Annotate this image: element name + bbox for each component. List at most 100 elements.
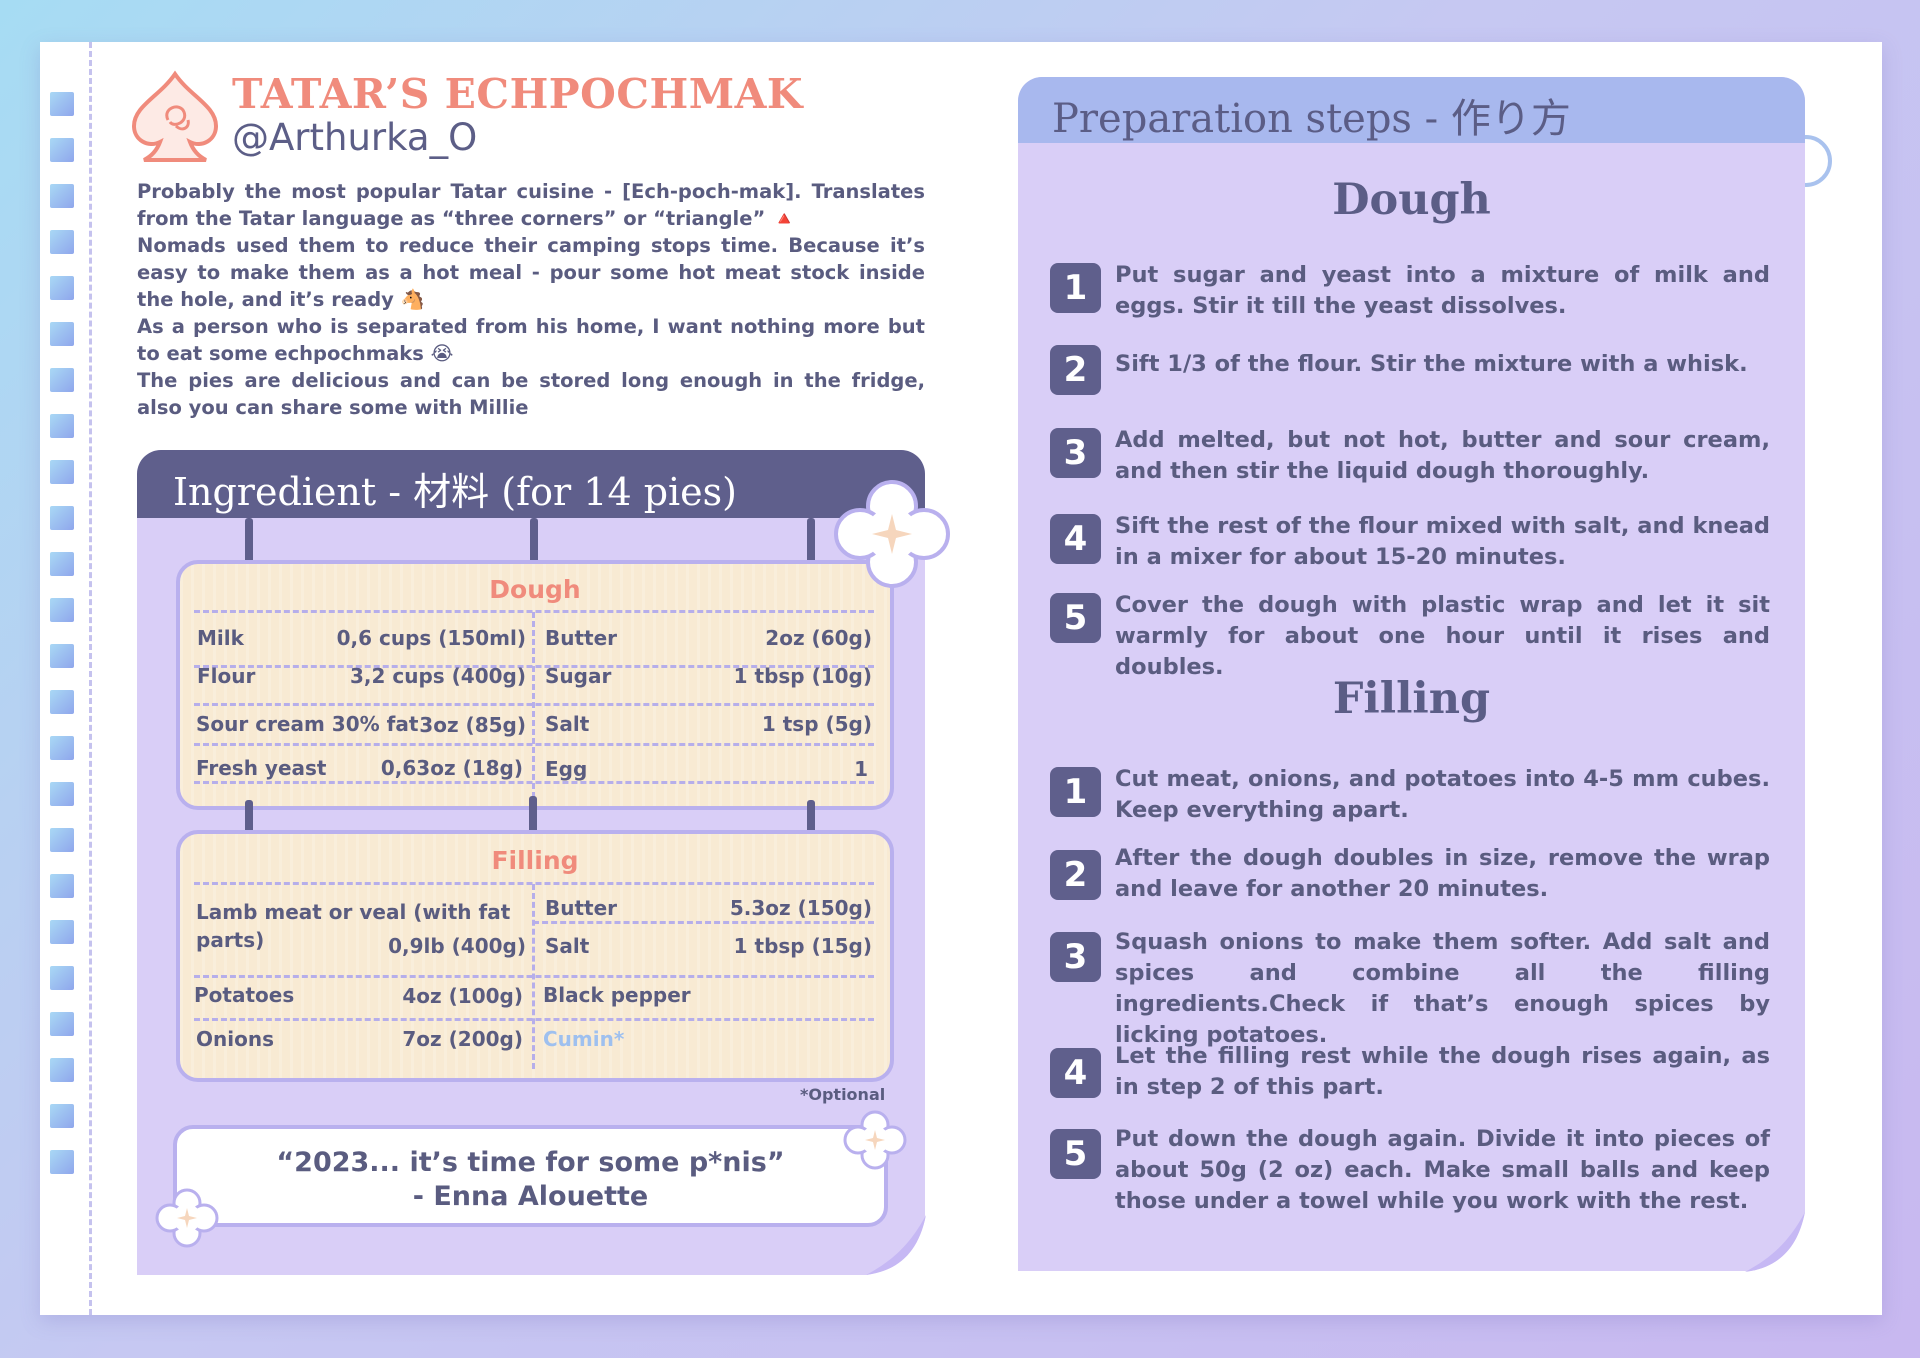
page-title: TATAR’S ECHPOCHMAK — [232, 70, 804, 118]
divider — [532, 612, 535, 798]
binding-hole — [50, 368, 74, 392]
step-number: 1 — [1050, 767, 1101, 817]
binding-hole — [50, 1058, 74, 1082]
ingredient-name: Butter — [545, 626, 618, 650]
ingredient-quantity: 7oz (200g) — [402, 1027, 523, 1051]
binding-hole — [50, 1104, 74, 1128]
dough-step: 1 Put sugar and yeast into a mixture of … — [1050, 260, 1770, 330]
flower-icon — [843, 1110, 907, 1170]
binding-hole — [50, 920, 74, 944]
divider — [532, 884, 535, 1069]
ingredient-quantity: 0,63oz (18g) — [380, 756, 523, 780]
binding-hole — [50, 644, 74, 668]
binding-hole — [50, 92, 74, 116]
margin-line — [89, 42, 92, 1315]
quote-author: - Enna Alouette — [412, 1181, 649, 1212]
ingredient-quantity: 1 tsp (5g) — [761, 712, 872, 736]
ingredient-name: Egg — [545, 757, 588, 781]
ingredient-quantity: 2oz (60g) — [765, 626, 872, 650]
step-text: Sift 1/3 of the flour. Stir the mixture … — [1115, 351, 1748, 377]
ingredient-name: Onions — [196, 1027, 274, 1051]
step-number: 4 — [1050, 1048, 1101, 1098]
flower-icon — [155, 1188, 219, 1248]
filling-step: 4 Let the filling rest while the dough r… — [1050, 1041, 1770, 1111]
binding-hole — [50, 736, 74, 760]
dough-section-title: Dough — [1332, 175, 1491, 225]
step-number: 5 — [1050, 593, 1101, 643]
dough-step: 3 Add melted, but not hot, butter and so… — [1050, 425, 1770, 495]
step-number: 4 — [1050, 514, 1101, 564]
flower-icon — [834, 480, 950, 588]
intro-paragraph: Probably the most popular Tatar cuisine … — [137, 180, 925, 230]
ingredient-name: Black pepper — [543, 983, 691, 1007]
step-number: 1 — [1050, 263, 1101, 313]
binding-hole — [50, 138, 74, 162]
binding-hole — [50, 230, 74, 254]
ingredient-quantity: 1 tbsp (10g) — [733, 664, 872, 688]
binding-hole — [50, 184, 74, 208]
ingredient-name: Sour cream 30% fat — [196, 712, 419, 736]
binding-hole — [50, 506, 74, 530]
binding-hole — [50, 1012, 74, 1036]
step-text: Sift the rest of the flour mixed with sa… — [1115, 513, 1770, 570]
ingredient-name: Potatoes — [194, 983, 295, 1007]
step-text: Squash onions to make them softer. Add s… — [1115, 929, 1770, 1048]
ingredient-quantity: 1 tbsp (15g) — [733, 934, 872, 958]
spade-logo-icon — [131, 70, 219, 162]
quote-text: “2023... it’s time for some p*nis” — [276, 1147, 785, 1178]
intro-paragraph: The pies are delicious and can be stored… — [137, 369, 925, 419]
divider — [533, 921, 874, 924]
optional-ingredient: Cumin* — [543, 1027, 625, 1051]
ingredient-quantity: 5.3oz (150g) — [729, 896, 872, 920]
binding-hole — [50, 782, 74, 806]
ingredient-quantity: 0,9lb (400g) — [388, 934, 526, 958]
intro-text: Probably the most popular Tatar cuisine … — [137, 178, 925, 421]
ingredient-name: Salt — [545, 934, 590, 958]
binding-hole — [50, 598, 74, 622]
steps-heading: Preparation steps - 作り方 — [1018, 77, 1805, 143]
optional-note: *Optional — [800, 1085, 886, 1104]
ingredient-name: Lamb meat or veal (with fat — [196, 900, 511, 924]
ingredient-name: parts) — [196, 928, 265, 952]
filling-step: 3 Squash onions to make them softer. Add… — [1050, 927, 1770, 1048]
binding-hole — [50, 276, 74, 300]
filling-section-title: Filling — [1332, 674, 1491, 724]
binding-hole — [50, 414, 74, 438]
dough-card-title: Dough — [489, 575, 581, 604]
filling-step: 1 Cut meat, onions, and potatoes into 4-… — [1050, 764, 1770, 834]
dough-step: 4 Sift the rest of the flour mixed with … — [1050, 511, 1770, 581]
quote-box: “2023... it’s time for some p*nis” - Enn… — [173, 1125, 888, 1227]
ingredient-name: Fresh yeast — [196, 756, 327, 780]
step-text: Add melted, but not hot, butter and sour… — [1115, 427, 1770, 484]
step-text: Put down the dough again. Divide it into… — [1115, 1126, 1770, 1214]
ingredient-quantity: 4oz (100g) — [402, 984, 523, 1008]
intro-paragraph: Nomads used them to reduce their camping… — [137, 234, 925, 311]
filling-card-title: Filling — [491, 846, 579, 875]
step-number: 5 — [1050, 1129, 1101, 1179]
ingredient-name: Sugar — [545, 664, 612, 688]
step-number: 2 — [1050, 345, 1101, 395]
ingredient-name: Salt — [545, 712, 590, 736]
dough-step: 2 Sift 1/3 of the flour. Stir the mixtur… — [1050, 345, 1770, 423]
ingredient-quantity: 1 — [854, 757, 868, 781]
ingredient-quantity: 3,2 cups (400g) — [349, 664, 526, 688]
ingredient-quantity: 3oz (85g) — [419, 713, 526, 737]
step-number: 3 — [1050, 428, 1101, 478]
step-text: Let the filling rest while the dough ris… — [1115, 1043, 1770, 1100]
filling-step: 5 Put down the dough again. Divide it in… — [1050, 1124, 1770, 1214]
binding-hole — [50, 828, 74, 852]
step-text: Cut meat, onions, and potatoes into 4-5 … — [1115, 766, 1770, 823]
notebook-binding — [50, 92, 80, 1267]
ingredient-name: Flour — [197, 664, 256, 688]
filling-step: 2 After the dough doubles in size, remov… — [1050, 843, 1770, 913]
binding-hole — [50, 874, 74, 898]
binding-hole — [50, 552, 74, 576]
binding-hole — [50, 1150, 74, 1174]
author-handle: @Arthurka_O — [232, 116, 478, 159]
step-number: 3 — [1050, 932, 1101, 982]
binding-hole — [50, 690, 74, 714]
binding-hole — [50, 460, 74, 484]
ingredient-name: Butter — [545, 896, 618, 920]
step-number: 2 — [1050, 850, 1101, 900]
step-text: After the dough doubles in size, remove … — [1115, 845, 1770, 902]
